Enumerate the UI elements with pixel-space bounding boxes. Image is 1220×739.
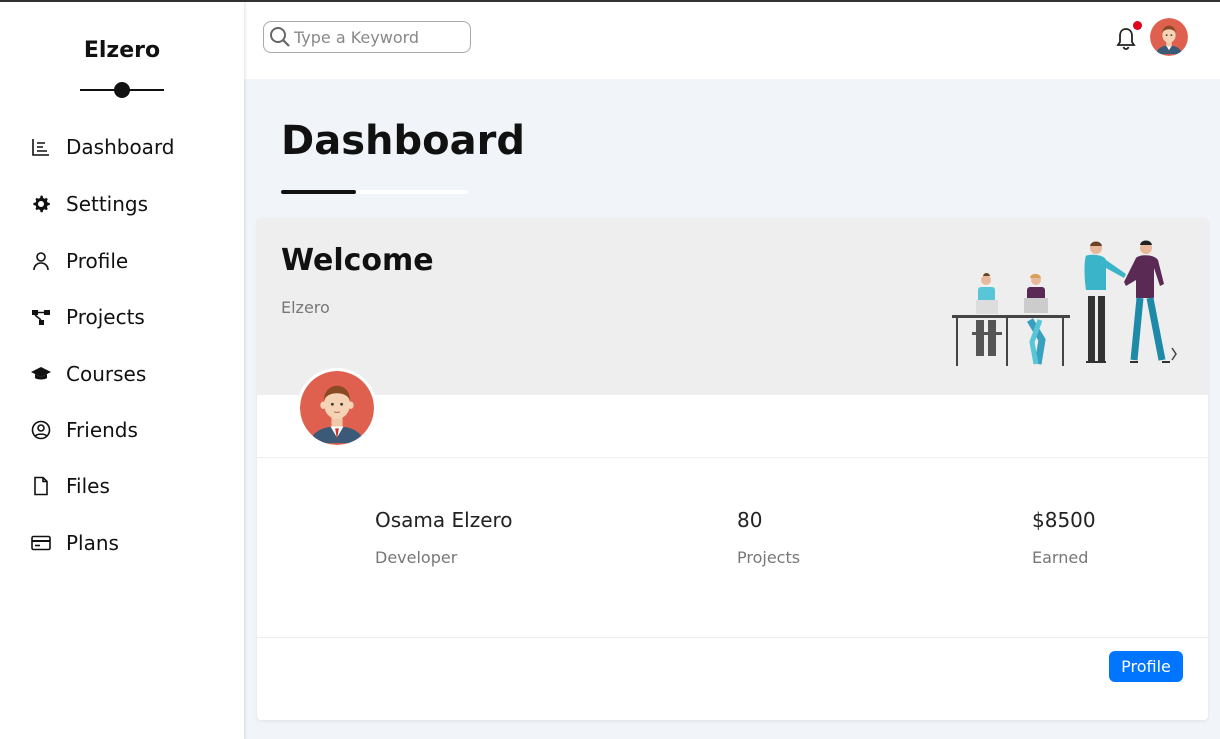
sidebar-item-label: Settings bbox=[66, 192, 149, 216]
brand-mark bbox=[80, 82, 164, 98]
sidebar-item-dashboard[interactable]: Dashboard bbox=[30, 131, 175, 163]
sidebar-item-label: Files bbox=[66, 474, 110, 498]
credit-card-icon bbox=[30, 532, 52, 554]
sidebar-item-label: Friends bbox=[66, 418, 138, 442]
file-icon bbox=[30, 475, 52, 497]
gear-icon bbox=[30, 193, 52, 215]
profile-button[interactable]: Profile bbox=[1109, 651, 1183, 682]
chart-icon bbox=[30, 136, 52, 158]
notification-badge bbox=[1133, 21, 1142, 30]
stat-label: Developer bbox=[375, 548, 458, 567]
graduation-cap-icon bbox=[30, 363, 52, 385]
title-underline bbox=[281, 190, 356, 194]
profile-avatar bbox=[297, 368, 377, 448]
user-circle-icon bbox=[30, 419, 52, 441]
sidebar-item-projects[interactable]: Projects bbox=[30, 301, 145, 333]
welcome-card: Welcome Elzero Osama Elzero Developer 80… bbox=[257, 218, 1208, 720]
divider bbox=[257, 637, 1208, 638]
brand-name: Elzero bbox=[83, 38, 161, 63]
stat-projects: 80 Projects bbox=[737, 508, 800, 567]
stat-name: Osama Elzero Developer bbox=[375, 508, 513, 567]
stat-label: Earned bbox=[1032, 548, 1089, 567]
stat-value: Osama Elzero bbox=[375, 508, 513, 532]
welcome-subtitle: Elzero bbox=[281, 298, 330, 317]
search-box[interactable] bbox=[263, 21, 471, 53]
divider bbox=[257, 457, 1208, 458]
sidebar-item-label: Dashboard bbox=[66, 135, 175, 159]
sidebar-item-label: Profile bbox=[66, 249, 129, 273]
sidebar-item-profile[interactable]: Profile bbox=[30, 245, 128, 277]
welcome-card-header: Welcome Elzero bbox=[257, 218, 1208, 395]
sidebar-item-friends[interactable]: Friends bbox=[30, 414, 138, 446]
stat-label: Projects bbox=[737, 548, 801, 567]
welcome-title: Welcome bbox=[281, 243, 434, 278]
stat-value: 80 bbox=[737, 508, 763, 532]
sidebar-item-settings[interactable]: Settings bbox=[30, 188, 148, 220]
sidebar-item-label: Plans bbox=[66, 531, 119, 555]
sidebar-item-label: Projects bbox=[66, 305, 145, 329]
top-bar bbox=[244, 2, 1220, 79]
user-icon bbox=[30, 250, 52, 272]
sidebar: Elzero Dashboard Settings Profile Projec… bbox=[0, 2, 244, 739]
search-icon bbox=[268, 25, 292, 49]
search-input[interactable] bbox=[294, 27, 464, 47]
sidebar-item-label: Courses bbox=[66, 362, 147, 386]
avatar[interactable] bbox=[1150, 18, 1188, 56]
sidebar-item-files[interactable]: Files bbox=[30, 470, 110, 502]
stat-earned: $8500 Earned bbox=[1032, 508, 1096, 567]
sidebar-item-plans[interactable]: Plans bbox=[30, 527, 119, 559]
sidebar-item-courses[interactable]: Courses bbox=[30, 358, 146, 390]
team-illustration bbox=[952, 240, 1177, 366]
stat-value: $8500 bbox=[1032, 508, 1096, 532]
bell-icon bbox=[1116, 28, 1136, 50]
notification-button[interactable] bbox=[1114, 21, 1142, 54]
diagram-icon bbox=[30, 306, 52, 328]
page-title: Dashboard bbox=[281, 118, 525, 164]
